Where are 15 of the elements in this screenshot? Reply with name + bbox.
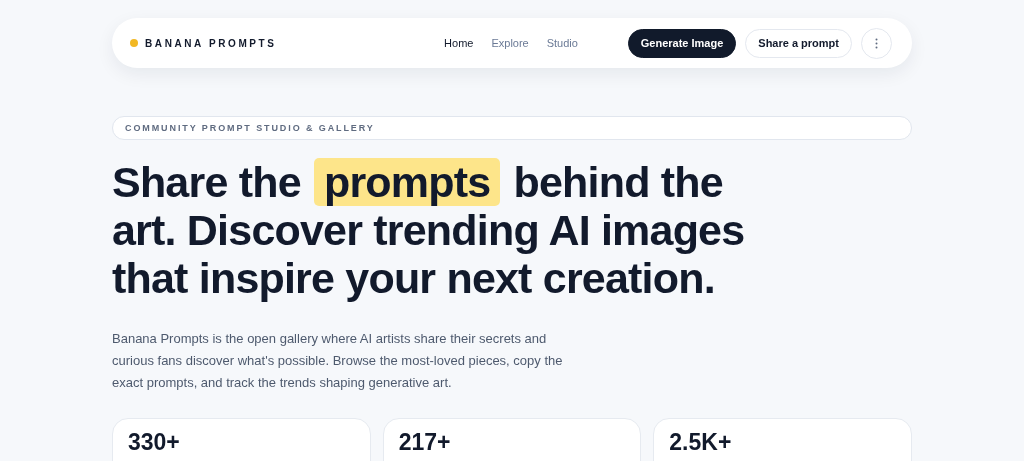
nav-link[interactable]: Studio xyxy=(546,37,578,49)
stat-value: 330+ xyxy=(128,429,181,455)
nav-link[interactable]: Explore xyxy=(491,37,529,49)
eyebrow-label: COMMUNITY PROMPT STUDIO & GALLERY xyxy=(112,116,912,140)
more-button[interactable] xyxy=(861,27,892,59)
brand-name[interactable]: BANANA PROMPTS xyxy=(145,37,277,49)
more-icon xyxy=(875,37,878,49)
brand-dot-icon xyxy=(130,39,138,47)
intro-paragraph: Banana Prompts is the open gallery where AI artists share their secrets and curious fans discover what's possible. Browse the most-loved pieces, copy the exact prompts, and track the trends shaping generative art. xyxy=(112,330,564,392)
generate-image-button[interactable]: Generate Image xyxy=(627,28,737,58)
nav-link[interactable]: Home xyxy=(444,37,474,49)
stat-value: 217+ xyxy=(398,429,452,455)
headline: Share the prompts behind the art. Discover trending AI images that inspire your next creation. xyxy=(112,158,746,302)
stat-value: 2.5K+ xyxy=(669,429,733,455)
share-prompt-button[interactable]: Share a prompt xyxy=(745,28,852,58)
